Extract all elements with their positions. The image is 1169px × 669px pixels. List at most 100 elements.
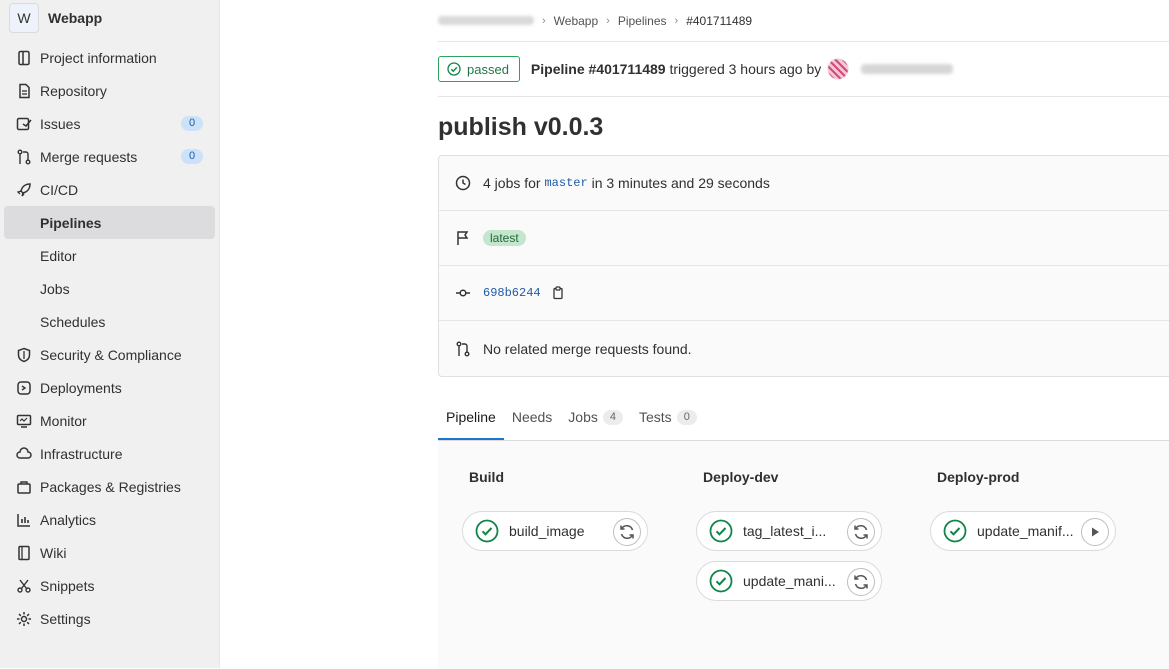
job-update-manifest-dev[interactable]: update_mani... xyxy=(696,561,882,601)
sidebar-item-security-compliance[interactable]: Security & Compliance xyxy=(0,338,219,371)
tab-jobs[interactable]: Jobs 4 xyxy=(560,401,631,440)
copy-icon[interactable] xyxy=(551,286,565,300)
status-badge[interactable]: passed xyxy=(438,56,520,82)
retry-icon[interactable] xyxy=(847,518,875,546)
check-circle-icon xyxy=(709,519,733,543)
sidebar-item-label: Deployments xyxy=(40,379,122,396)
sidebar-item-infrastructure[interactable]: Infrastructure xyxy=(0,437,219,470)
stage-title-deploy-prod: Deploy-prod xyxy=(937,469,1020,485)
jobs-count-text: 4 jobs for xyxy=(483,175,541,191)
scissors-icon xyxy=(16,578,32,594)
book-icon xyxy=(16,545,32,561)
flag-icon xyxy=(455,230,471,246)
merge-request-icon xyxy=(16,149,32,165)
breadcrumb-current[interactable]: #401711489 xyxy=(686,14,752,28)
commit-icon xyxy=(455,285,471,301)
tab-count-badge: 4 xyxy=(602,410,623,425)
cloud-icon xyxy=(16,446,32,462)
sidebar-item-deployments[interactable]: Deployments xyxy=(0,371,219,404)
project-header[interactable]: W Webapp xyxy=(0,0,219,36)
sidebar-item-settings[interactable]: Settings xyxy=(0,602,219,635)
issues-count-badge: 0 xyxy=(181,116,203,131)
gear-icon xyxy=(16,611,32,627)
commit-sha-link[interactable]: 698b6244 xyxy=(483,286,541,300)
duration-text: in 3 minutes and 29 seconds xyxy=(591,175,770,191)
sidebar-item-merge-requests[interactable]: Merge requests 0 xyxy=(0,140,219,173)
retry-icon[interactable] xyxy=(847,568,875,596)
sidebar-item-snippets[interactable]: Snippets xyxy=(0,569,219,602)
stage-title-deploy-dev: Deploy-dev xyxy=(703,469,779,485)
sidebar-item-label: Pipelines xyxy=(40,214,102,231)
check-circle-icon xyxy=(475,519,499,543)
author-name-redacted[interactable] xyxy=(861,64,954,74)
sidebar-item-label: Jobs xyxy=(40,280,70,297)
sidebar-item-label: Merge requests xyxy=(40,148,138,165)
latest-badge: latest xyxy=(483,230,526,246)
sidebar-item-ci-cd[interactable]: CI/CD xyxy=(0,173,219,206)
merge-request-row: No related merge requests found. xyxy=(439,321,1169,376)
issues-icon xyxy=(16,116,32,132)
job-update-manifest-prod[interactable]: update_manif... xyxy=(930,511,1116,551)
retry-icon[interactable] xyxy=(613,518,641,546)
breadcrumb-project[interactable]: Webapp xyxy=(554,14,598,28)
tab-label: Pipeline xyxy=(446,409,496,425)
breadcrumb-namespace-redacted[interactable] xyxy=(438,16,534,25)
sidebar-item-issues[interactable]: Issues 0 xyxy=(0,107,219,140)
sidebar-item-label: Issues xyxy=(40,115,81,132)
tab-label: Tests xyxy=(639,409,672,425)
pipeline-header: passed Pipeline #401711489 triggered 3 h… xyxy=(438,42,1169,97)
job-name: build_image xyxy=(509,523,585,539)
sidebar: W Webapp Project information Repository … xyxy=(0,0,220,668)
sidebar-item-monitor[interactable]: Monitor xyxy=(0,404,219,437)
play-icon[interactable] xyxy=(1081,518,1109,546)
monitor-icon xyxy=(16,413,32,429)
doc-icon xyxy=(16,83,32,99)
rocket-icon xyxy=(16,182,32,198)
tab-tests[interactable]: Tests 0 xyxy=(631,401,705,440)
tab-pipeline[interactable]: Pipeline xyxy=(438,401,504,440)
breadcrumb: › Webapp › Pipelines › #401711489 xyxy=(438,0,1169,42)
merge-request-icon xyxy=(455,341,471,357)
merge-requests-count-badge: 0 xyxy=(181,149,203,164)
page-title: publish v0.0.3 xyxy=(438,113,604,141)
pipeline-graph: Build build_image Deploy-dev tag_latest_… xyxy=(438,441,1169,669)
sidebar-item-packages-registries[interactable]: Packages & Registries xyxy=(0,470,219,503)
tab-count-badge: 0 xyxy=(676,410,697,425)
tab-needs[interactable]: Needs xyxy=(504,401,560,440)
sidebar-item-label: Analytics xyxy=(40,511,97,528)
chart-icon xyxy=(16,512,32,528)
project-info-icon xyxy=(16,50,32,66)
chevron-right-icon: › xyxy=(674,14,679,27)
clock-icon xyxy=(455,175,471,191)
sidebar-item-label: Wiki xyxy=(40,544,67,561)
sidebar-item-analytics[interactable]: Analytics xyxy=(0,503,219,536)
sidebar-item-pipelines[interactable]: Pipelines xyxy=(4,206,215,239)
pipeline-id: Pipeline #401711489 xyxy=(530,61,666,77)
sidebar-item-project-information[interactable]: Project information xyxy=(0,41,219,74)
sidebar-item-jobs[interactable]: Jobs xyxy=(0,272,219,305)
sidebar-item-repository[interactable]: Repository xyxy=(0,74,219,107)
sidebar-item-label: Infrastructure xyxy=(40,445,123,462)
sidebar-item-label: Snippets xyxy=(40,577,95,594)
project-avatar: W xyxy=(9,3,39,33)
job-build-image[interactable]: build_image xyxy=(462,511,648,551)
tab-label: Jobs xyxy=(568,409,598,425)
branch-link[interactable]: master xyxy=(544,176,587,190)
sidebar-item-schedules[interactable]: Schedules xyxy=(0,305,219,338)
sidebar-item-label: Monitor xyxy=(40,412,87,429)
jobs-duration-row: 4 jobs for master in 3 minutes and 29 se… xyxy=(439,156,1169,211)
job-name: tag_latest_i... xyxy=(743,523,827,539)
project-name[interactable]: Webapp xyxy=(48,10,102,26)
job-name: update_manif... xyxy=(977,523,1074,539)
check-circle-icon xyxy=(943,519,967,543)
job-tag-latest[interactable]: tag_latest_i... xyxy=(696,511,882,551)
breadcrumb-section[interactable]: Pipelines xyxy=(618,14,667,28)
sidebar-item-editor[interactable]: Editor xyxy=(0,239,219,272)
sidebar-item-label: CI/CD xyxy=(40,181,79,198)
status-label: passed xyxy=(467,61,509,77)
commit-row: 698b6244 xyxy=(439,266,1169,321)
sidebar-item-label: Settings xyxy=(40,610,91,627)
sidebar-item-wiki[interactable]: Wiki xyxy=(0,536,219,569)
avatar[interactable] xyxy=(827,58,850,80)
pipeline-info-card: 4 jobs for master in 3 minutes and 29 se… xyxy=(438,155,1169,377)
